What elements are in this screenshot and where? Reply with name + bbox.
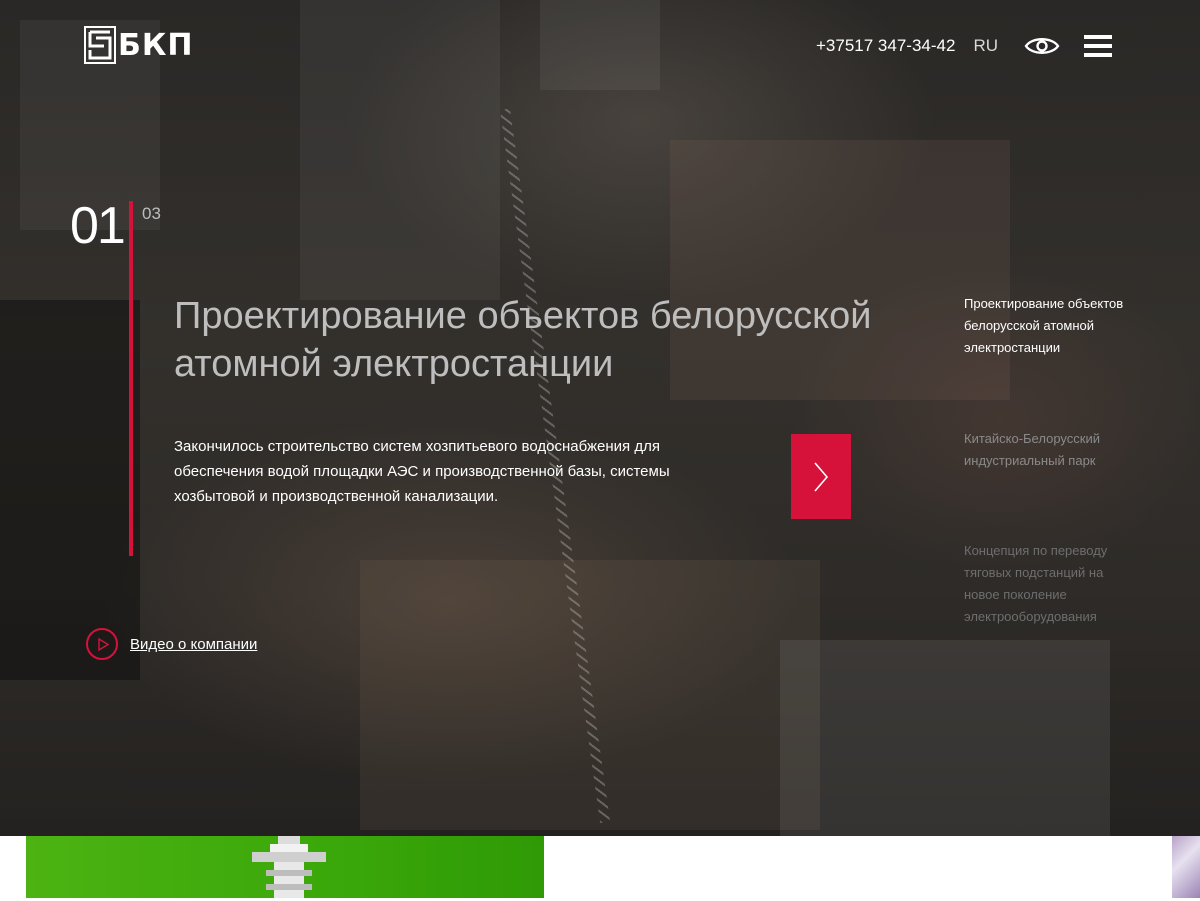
project-card[interactable] [26,836,544,898]
video-link-label[interactable]: Видео о компании [130,636,257,653]
play-icon [97,637,109,651]
chevron-right-icon [814,461,829,492]
slide-title: Проектирование объектов белорусской атом… [174,295,872,385]
slide-nav-item-1[interactable]: Проектирование объектов белорусской атом… [964,293,1134,405]
machine-image [252,836,326,898]
phone-link[interactable]: +37517 347-34-42 [816,36,955,56]
logo-text: БКП [118,27,194,63]
slide-accent-line [129,201,133,556]
logo[interactable]: БКП [84,26,194,64]
project-card-partial[interactable] [1172,836,1200,898]
projects-strip [0,836,1200,901]
logo-icon [84,26,116,64]
bg-building [300,0,500,300]
slide-description: Закончилось строительство систем хозпить… [174,438,670,505]
slide-nav-item-3[interactable]: Концепция по переводу тяговых подстанций… [964,540,1134,628]
video-link[interactable]: Видео о компании [86,628,257,660]
hero-slider: БКП +37517 347-34-42 RU 01 03 Проектиров… [0,0,1200,836]
eye-icon[interactable] [1024,34,1060,58]
bg-shadow [0,300,140,680]
bg-building [780,640,1110,836]
slide-total-number: 03 [142,204,161,223]
slide-navigation: Проектирование объектов белорусской атом… [964,293,1134,628]
slide-nav-item-2[interactable]: Китайско-Белорусский индустриальный парк [964,428,1134,540]
next-slide-button[interactable] [791,434,851,519]
language-switch[interactable]: RU [973,36,998,56]
play-button[interactable] [86,628,118,660]
menu-icon[interactable] [1084,35,1112,57]
header-controls: +37517 347-34-42 RU [816,30,1112,62]
bg-building [540,0,660,90]
slide-current-number: 01 [70,197,126,255]
